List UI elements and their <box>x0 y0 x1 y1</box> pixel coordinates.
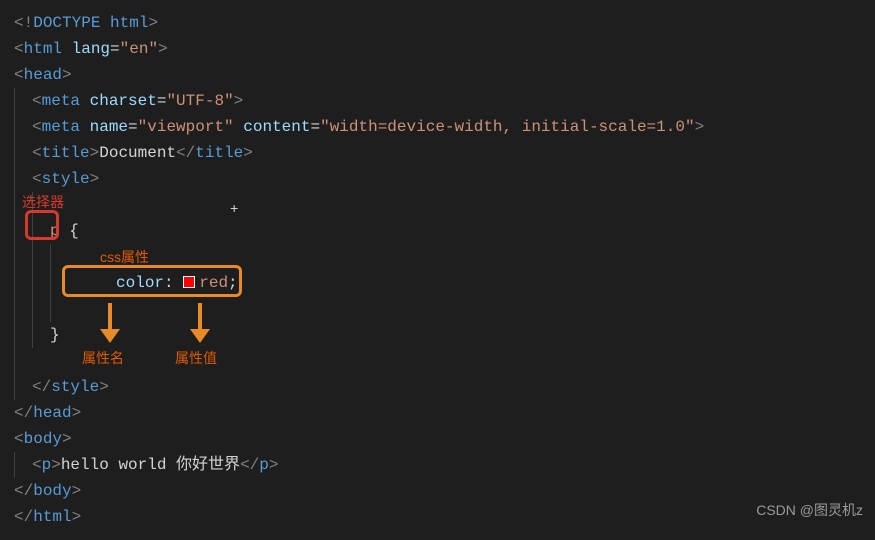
code-line: </style> <box>14 374 861 400</box>
attr-content: content <box>243 118 310 136</box>
tag-head-close: head <box>33 404 71 422</box>
code-line: <meta charset="UTF-8"> <box>14 88 861 114</box>
code-line: </body> <box>14 478 861 504</box>
title-text: Document <box>99 144 176 162</box>
val-utf8: "UTF-8" <box>166 92 233 110</box>
code-line: <body> <box>14 426 861 452</box>
tag-meta: meta <box>42 118 90 136</box>
code-line: <head> <box>14 62 861 88</box>
code-line: color: red; <box>14 270 861 296</box>
code-line <box>14 348 861 374</box>
code-line: </head> <box>14 400 861 426</box>
css-val-red: red <box>199 274 228 292</box>
tag-style: style <box>42 170 90 188</box>
color-swatch-icon <box>183 276 195 288</box>
angle-bracket: > <box>148 14 158 32</box>
css-selector-p: p <box>50 222 60 240</box>
tag-title: title <box>42 144 90 162</box>
code-line <box>14 296 861 322</box>
css-prop-color: color <box>116 274 164 292</box>
code-line: <meta name="viewport" content="width=dev… <box>14 114 861 140</box>
code-line: <style> <box>14 166 861 192</box>
angle-bracket: < <box>14 14 24 32</box>
tag-html-close: html <box>33 508 71 526</box>
code-line: <!DOCTYPE html> <box>14 10 861 36</box>
tag-head: head <box>24 66 62 84</box>
tag-html: html <box>24 40 72 58</box>
watermark: CSDN @图灵机z <box>756 497 863 523</box>
val-width: "width=device-width, initial-scale=1.0" <box>320 118 694 136</box>
val-viewport: "viewport" <box>138 118 234 136</box>
doctype-word: DOCTYPE html <box>33 14 148 32</box>
code-line: } <box>14 322 861 348</box>
p-text: hello world 你好世界 <box>61 456 240 474</box>
code-line: p { <box>14 218 861 244</box>
code-line: <html lang="en"> <box>14 36 861 62</box>
tag-p: p <box>42 456 52 474</box>
code-line: <p>hello world 你好世界</p> <box>14 452 861 478</box>
code-line <box>14 192 861 218</box>
bang: ! <box>24 14 34 32</box>
code-line: <title>Document</title> <box>14 140 861 166</box>
code-line <box>14 244 861 270</box>
val-en: "en" <box>120 40 158 58</box>
attr-lang: lang <box>72 40 110 58</box>
brace-close: } <box>50 326 60 344</box>
tag-body: body <box>24 430 62 448</box>
attr-name: name <box>90 118 128 136</box>
tag-style-close: style <box>51 378 99 396</box>
tag-meta: meta <box>42 92 90 110</box>
code-editor: <!DOCTYPE html> <html lang="en"> <head> … <box>0 0 875 540</box>
brace-open: { <box>60 222 79 240</box>
attr-charset: charset <box>90 92 157 110</box>
tag-body-close: body <box>33 482 71 500</box>
code-line: </html> <box>14 504 861 530</box>
